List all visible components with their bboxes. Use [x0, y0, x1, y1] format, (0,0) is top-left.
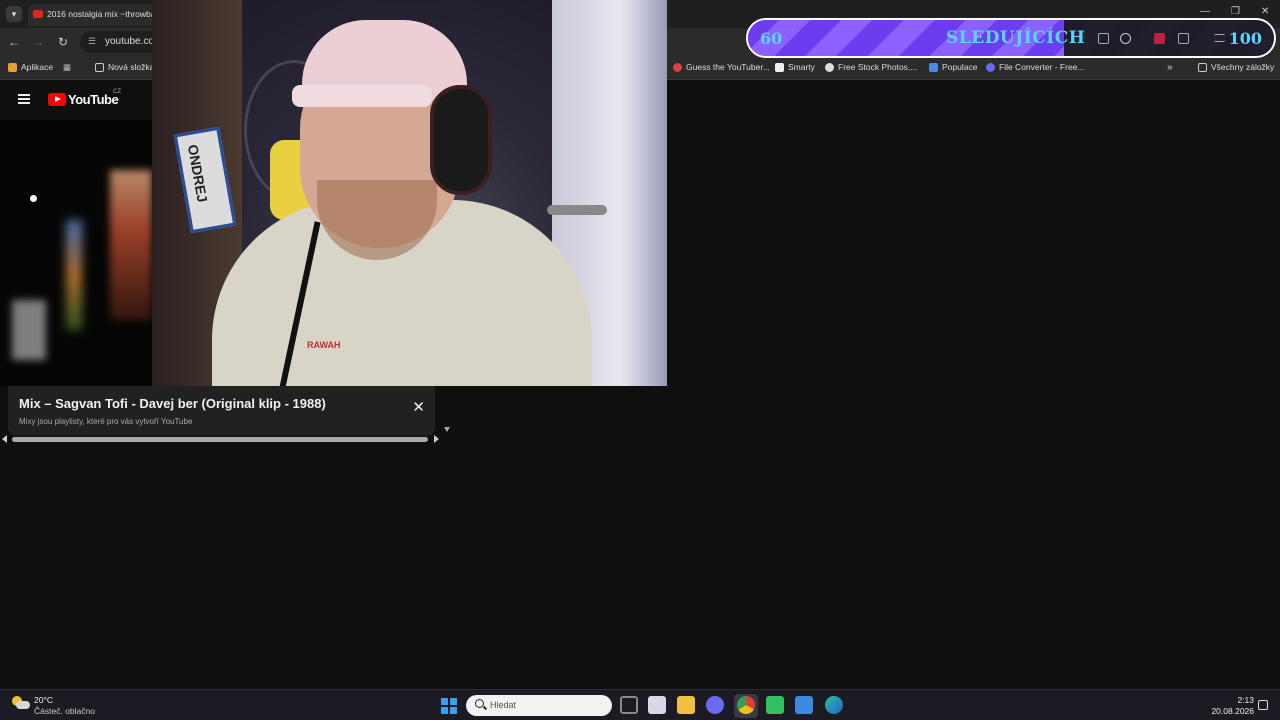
task-view-icon[interactable] [620, 696, 638, 714]
bookmark-label: Guess the YouTuber... [686, 62, 770, 72]
start-tile [441, 706, 448, 714]
install-app-icon[interactable] [1098, 33, 1109, 44]
app-green-icon[interactable] [766, 696, 784, 714]
reading-list-icon[interactable] [1214, 34, 1225, 42]
weather-icon[interactable] [12, 696, 30, 710]
video-frame-light [30, 195, 37, 202]
webcam-door-handle [547, 205, 607, 215]
video-player[interactable] [0, 120, 152, 386]
back-icon[interactable]: ← [6, 34, 22, 50]
country-code: CZ [113, 89, 121, 95]
tab-search-button[interactable]: ▾ [6, 6, 22, 22]
extension-icon[interactable] [1154, 33, 1165, 44]
windows-start-icon[interactable] [441, 698, 457, 714]
search-placeholder: Hledat [490, 700, 517, 710]
start-tile [449, 706, 457, 714]
bookmark-star-icon[interactable] [1120, 33, 1131, 44]
weather-temperature[interactable]: 20°C [34, 695, 53, 705]
taskbar-search[interactable]: Hledat [466, 695, 612, 716]
restore-icon[interactable]: ❐ [1231, 6, 1240, 17]
playlist-title[interactable]: Mix – Sagvan Tofi - Davej ber (Original … [19, 396, 326, 411]
bookmark-free-stock[interactable]: Free Stock Photos,... [825, 62, 917, 72]
viewer-goal-bar: 60 SLEDUJÍCÍCH 100 [746, 18, 1276, 58]
file-explorer-icon[interactable] [677, 696, 695, 714]
apps-grid-icon [8, 62, 17, 72]
menu-icon[interactable] [18, 94, 30, 104]
chevron-down-icon[interactable] [444, 427, 450, 432]
bookmark-favicon-icon [775, 62, 784, 72]
tab-groups-icon[interactable]: ▦ [63, 62, 71, 73]
clock-time[interactable]: 2:13 [1232, 695, 1254, 705]
close-icon[interactable]: ✕ [412, 400, 425, 415]
start-tile [449, 698, 457, 706]
viewer-goal-start: 60 [760, 29, 783, 48]
bookmark-label: Nová složka [108, 62, 155, 72]
webcam-overlay: ONDREJ RAWAH [152, 0, 667, 386]
folder-icon [95, 62, 104, 72]
store-icon[interactable] [648, 696, 666, 714]
bookmark-label: Smarty [788, 62, 815, 72]
scroll-left-arrow-icon[interactable] [2, 435, 7, 443]
webcam-person-cap-brim [292, 85, 432, 107]
playlist-panel: Mix – Sagvan Tofi - Davej ber (Original … [8, 386, 435, 436]
bookmark-label: Free Stock Photos,... [838, 62, 918, 72]
webcam-headphones [430, 85, 492, 195]
viewer-goal-end: 100 [1228, 29, 1262, 48]
screen: ▾ 2016 nostalgia mix ~throwback — ❐ ✕ ← … [0, 0, 1280, 720]
bookmark-label: Aplikace [21, 62, 54, 72]
bookmark-folder[interactable]: Nová složka [95, 62, 154, 72]
bookmark-favicon-icon [986, 62, 995, 72]
reload-icon[interactable]: ↻ [55, 34, 71, 50]
folder-icon [1198, 62, 1207, 72]
tab-title: 2016 nostalgia mix ~throwback [47, 9, 157, 19]
bookmark-label: Populace [942, 62, 978, 72]
notifications-icon[interactable] [1258, 700, 1268, 710]
youtube-favicon-icon [33, 10, 43, 18]
playlist-subtitle: Mixy jsou playlisty, které pro vás vytvo… [19, 417, 193, 426]
more-bookmarks-icon[interactable]: » [1167, 62, 1173, 73]
close-window-icon[interactable]: ✕ [1261, 6, 1269, 17]
minimize-icon[interactable]: — [1200, 6, 1210, 17]
shirt-logo: RAWAH [307, 340, 341, 350]
bookmark-guess-youtuber[interactable]: Guess the YouTuber... [673, 62, 770, 72]
photos-icon[interactable] [795, 696, 813, 714]
start-tile [441, 698, 448, 706]
teams-icon[interactable] [706, 696, 724, 714]
weather-description[interactable]: Částeč. oblačno [34, 706, 95, 716]
bookmark-populace[interactable]: Populace [929, 62, 977, 72]
scrollbar-thumb[interactable] [12, 437, 428, 442]
browser-tab[interactable]: 2016 nostalgia mix ~throwback [28, 4, 158, 26]
video-frame-light [12, 300, 46, 360]
video-frame-light [66, 220, 82, 330]
youtube-logo-text[interactable]: YouTube [68, 92, 119, 107]
edge-icon[interactable] [825, 696, 843, 714]
bookmark-apps[interactable]: Aplikace [8, 62, 53, 72]
bookmark-favicon-icon [825, 62, 834, 72]
bookmark-favicon-icon [929, 62, 938, 72]
horizontal-scrollbar[interactable] [0, 434, 442, 444]
cloud-icon [16, 701, 30, 709]
youtube-logo-icon[interactable] [48, 93, 66, 106]
bookmark-favicon-icon [673, 62, 682, 72]
scroll-right-arrow-icon[interactable] [434, 435, 439, 443]
extensions-puzzle-icon[interactable] [1178, 33, 1189, 44]
bookmark-all[interactable]: Všechny záložky [1198, 62, 1274, 72]
chrome-icon[interactable] [737, 696, 755, 714]
plate-text: ONDREJ [184, 143, 211, 204]
video-frame-light [110, 170, 152, 320]
taskbar: 20°C Částeč. oblačno Hledat 2:13 20.08.2… [0, 689, 1280, 720]
site-info-icon[interactable]: ☰ [88, 36, 96, 47]
bookmark-label: File Converter - Free... [999, 62, 1085, 72]
forward-icon[interactable]: → [30, 34, 46, 50]
bookmark-smarty[interactable]: Smarty [775, 62, 815, 72]
youtube-header: YouTube CZ [0, 80, 152, 120]
bookmark-label: Všechny záložky [1211, 62, 1275, 72]
clock-date[interactable]: 20.08.2026 [1206, 706, 1254, 716]
viewer-goal-label: SLEDUJÍCÍCH [946, 28, 1086, 48]
bookmark-file-converter[interactable]: File Converter - Free... [986, 62, 1085, 72]
search-icon [475, 699, 484, 708]
address-bar[interactable]: ☰ youtube.com [80, 31, 162, 53]
